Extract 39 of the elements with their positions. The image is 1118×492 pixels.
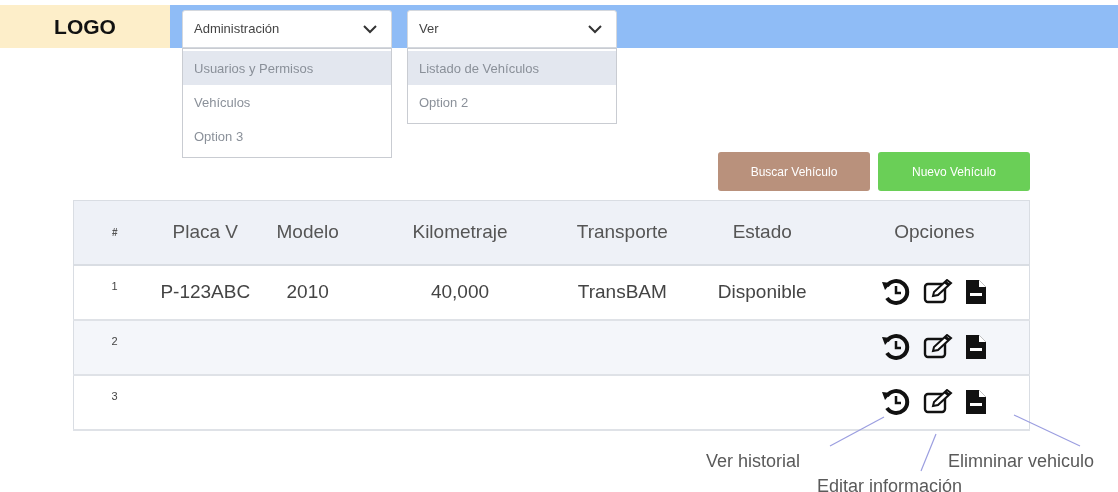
- edit-icon[interactable]: [923, 279, 954, 305]
- edit-icon[interactable]: [923, 334, 954, 360]
- column-header: Modelo: [255, 200, 361, 265]
- column-header: Kilometraje: [360, 200, 560, 265]
- annotation-label: Elimninar vehiculo: [948, 450, 1095, 473]
- search-button[interactable]: Buscar Vehículo: [718, 152, 870, 191]
- file-minus-icon[interactable]: [965, 389, 988, 415]
- menu-item[interactable]: Usuarios y Permisos: [183, 51, 391, 85]
- file-minus-icon[interactable]: [965, 279, 988, 305]
- chevron-down-icon: [588, 24, 602, 34]
- table-cell: 2010: [286, 280, 329, 302]
- chevron-down-icon: [363, 24, 377, 34]
- dropdown-toggle[interactable]: Administración: [182, 10, 392, 48]
- file-minus-icon[interactable]: [965, 334, 988, 360]
- column-header: Opciones: [839, 200, 1030, 265]
- history-icon[interactable]: [881, 388, 912, 416]
- menu-item[interactable]: Listado de Vehículos: [408, 51, 616, 85]
- column-header: Estado: [684, 200, 840, 265]
- leader-line: [829, 416, 885, 447]
- table-cell: P-123ABC: [160, 280, 251, 302]
- edit-icon[interactable]: [923, 389, 954, 415]
- table-cell: TransBAM: [577, 280, 667, 302]
- row-number: 1: [73, 264, 156, 320]
- table-cell: 40,000: [430, 280, 490, 302]
- dropdown-toggle[interactable]: Ver: [407, 10, 617, 48]
- history-icon[interactable]: [881, 278, 912, 306]
- annotation-label: Editar información: [817, 475, 963, 492]
- annotation-label: Ver historial: [706, 450, 801, 473]
- column-header: Placa V: [155, 200, 256, 265]
- row-number: 3: [73, 374, 156, 430]
- logo: LOGO: [0, 5, 170, 48]
- leader-line: [1013, 414, 1081, 447]
- history-icon[interactable]: [881, 333, 912, 361]
- row-number: 2: [73, 319, 156, 375]
- column-header: #: [73, 200, 156, 265]
- new-button[interactable]: Nuevo Vehículo: [878, 152, 1030, 191]
- table-cell: Disponible: [717, 280, 807, 302]
- column-header: Transporte: [559, 200, 685, 265]
- leader-line: [920, 433, 937, 472]
